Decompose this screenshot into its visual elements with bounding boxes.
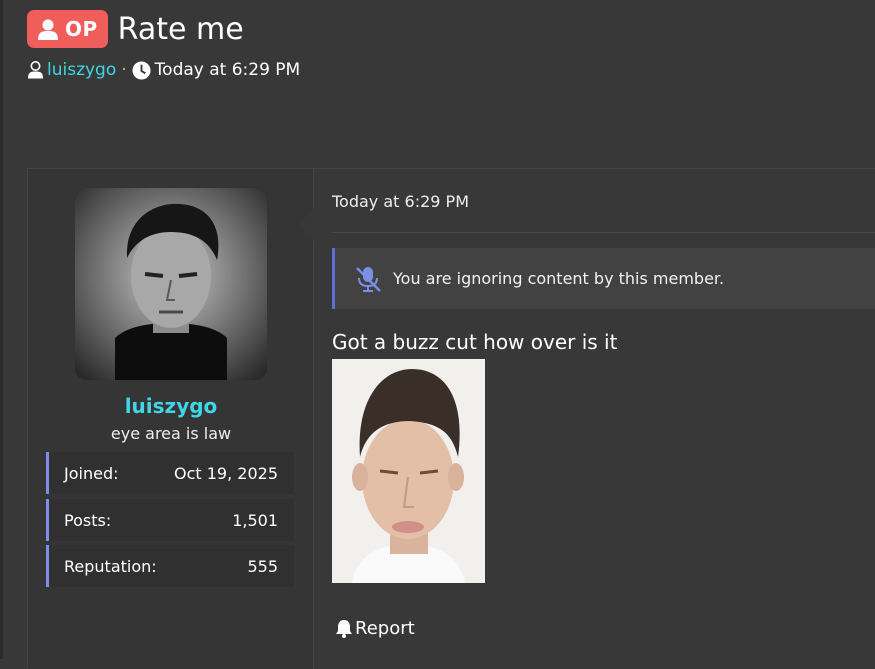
stat-reputation: Reputation: 555: [46, 545, 294, 587]
divider: [332, 232, 875, 233]
ignore-notice-text: You are ignoring content by this member.: [393, 269, 725, 288]
report-button[interactable]: Report: [335, 618, 415, 639]
stat-joined: Joined: Oct 19, 2025: [46, 452, 294, 494]
stat-value: 555: [247, 556, 278, 576]
thread-meta: luiszygo · Today at 6:29 PM: [27, 60, 300, 80]
thread-date-link[interactable]: Today at 6:29 PM: [155, 60, 301, 80]
op-label: OP: [65, 17, 98, 41]
user-icon: [38, 19, 58, 40]
post: luiszygo eye area is law Joined: Oct 19,…: [27, 168, 875, 669]
message-pointer: [298, 209, 314, 241]
post-body-text: Got a buzz cut how over is it: [332, 330, 618, 354]
stat-posts: Posts: 1,501: [46, 499, 294, 541]
post-message-column: Today at 6:29 PM You are ignoring conten…: [332, 169, 875, 669]
user-icon: [28, 61, 43, 79]
stat-value: Oct 19, 2025: [174, 463, 278, 483]
bell-icon: [336, 620, 352, 638]
meta-separator: ·: [121, 60, 127, 80]
post-user-column: luiszygo eye area is law Joined: Oct 19,…: [28, 169, 314, 669]
stat-label: Posts:: [64, 510, 112, 530]
user-title: eye area is law: [110, 424, 232, 443]
op-badge: OP: [27, 10, 108, 48]
report-label: Report: [355, 618, 415, 639]
thread-title: Rate me: [117, 11, 244, 47]
thread-header: OP Rate me luiszygo · Today at 6:29 PM: [27, 10, 300, 80]
thread-author-link[interactable]: luiszygo: [47, 60, 116, 80]
stat-label: Reputation:: [64, 556, 157, 576]
post-image[interactable]: [332, 359, 485, 583]
stat-label: Joined:: [64, 463, 119, 483]
post-username-link[interactable]: luiszygo: [28, 394, 314, 418]
title-row: OP Rate me: [27, 10, 300, 48]
clock-icon: [132, 60, 151, 80]
stat-value: 1,501: [232, 510, 278, 530]
post-date-link[interactable]: Today at 6:29 PM: [332, 192, 469, 211]
avatar[interactable]: [75, 188, 267, 380]
ignore-notice: You are ignoring content by this member.: [332, 248, 875, 309]
muted-microphone-icon: [356, 266, 381, 292]
page-edge: [0, 0, 3, 659]
